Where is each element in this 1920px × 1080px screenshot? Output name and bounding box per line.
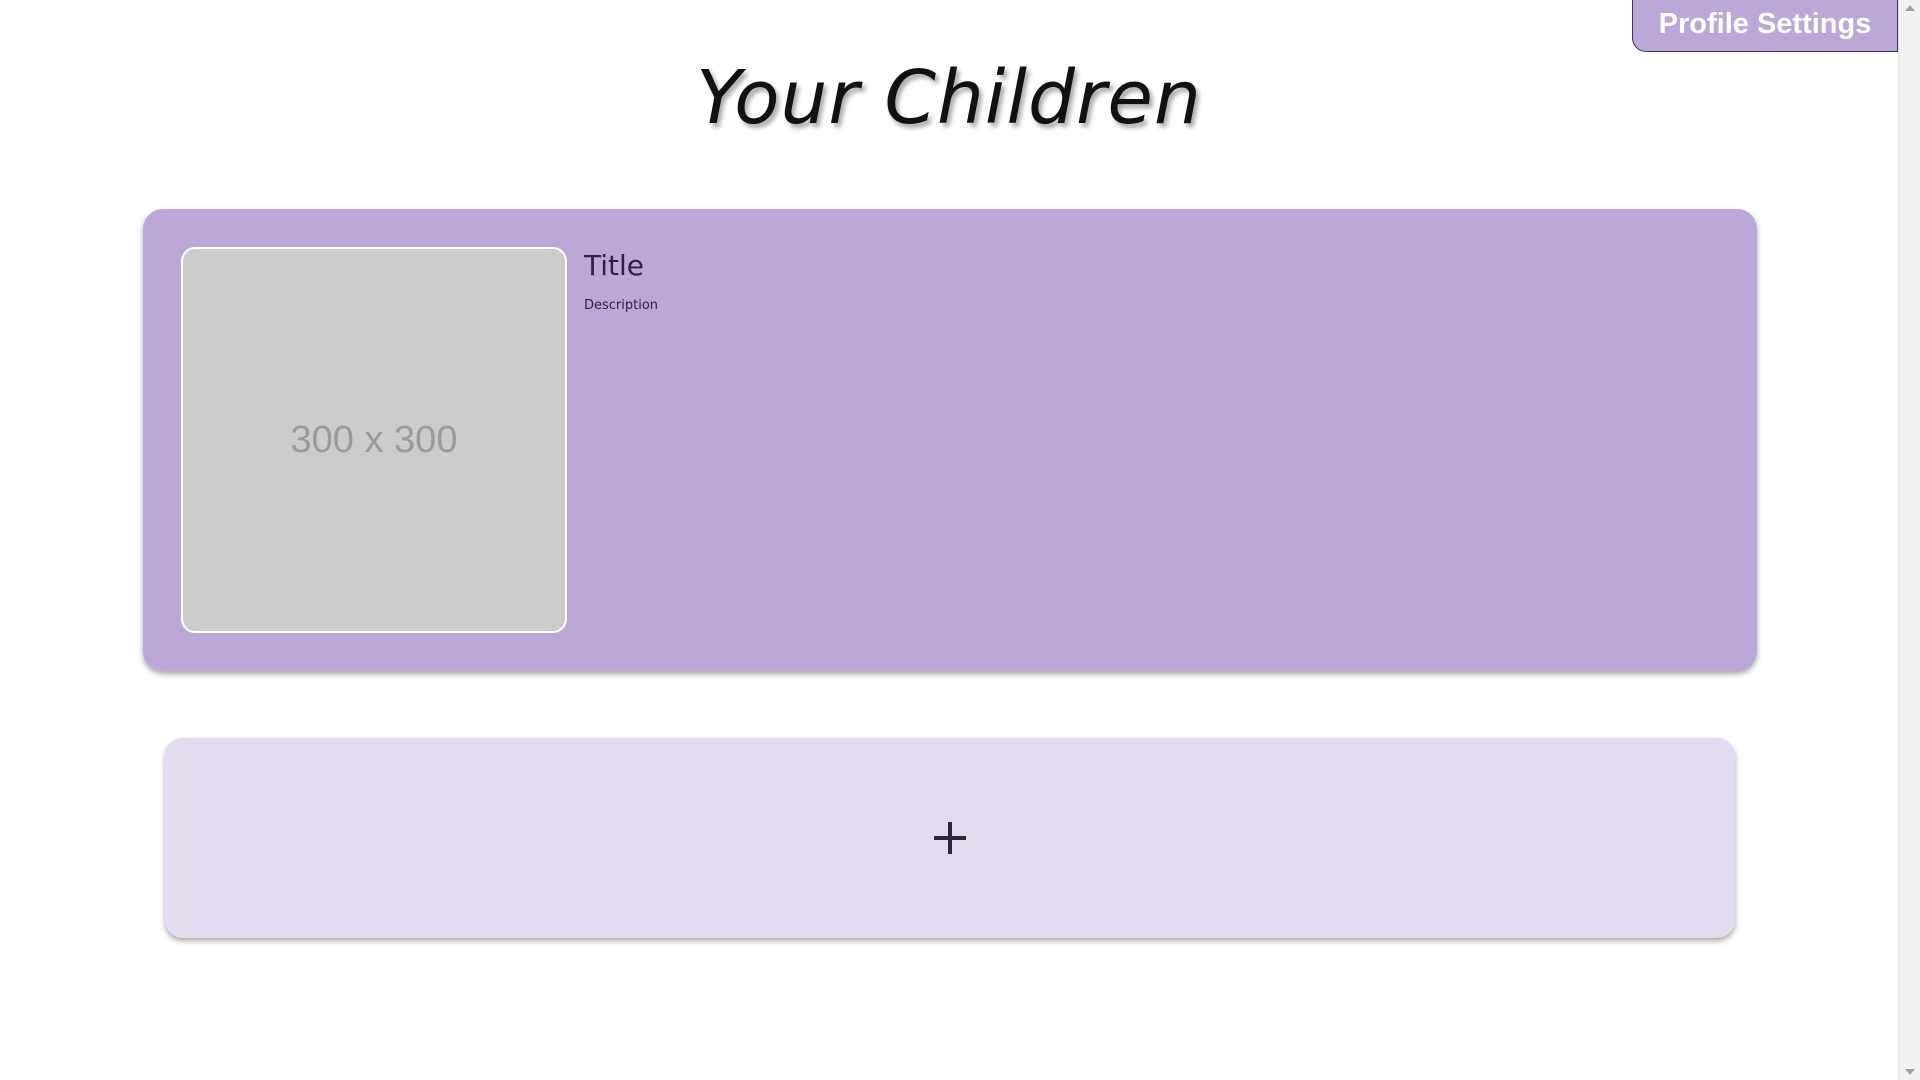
vertical-scrollbar[interactable]	[1898, 0, 1920, 1080]
add-child-button[interactable]	[165, 738, 1735, 938]
scroll-up-arrow-icon[interactable]	[1905, 5, 1915, 11]
child-photo-placeholder: 300 x 300	[181, 247, 567, 633]
child-title: Title	[584, 249, 645, 282]
profile-settings-button[interactable]: Profile Settings	[1632, 0, 1898, 52]
child-card[interactable]: 300 x 300 Title Description	[143, 209, 1757, 671]
plus-icon	[934, 822, 966, 854]
page: Profile Settings Your Children 300 x 300…	[0, 0, 1920, 1080]
scroll-down-arrow-icon[interactable]	[1905, 1069, 1915, 1075]
page-title: Your Children	[696, 55, 1202, 141]
child-description: Description	[584, 298, 659, 313]
